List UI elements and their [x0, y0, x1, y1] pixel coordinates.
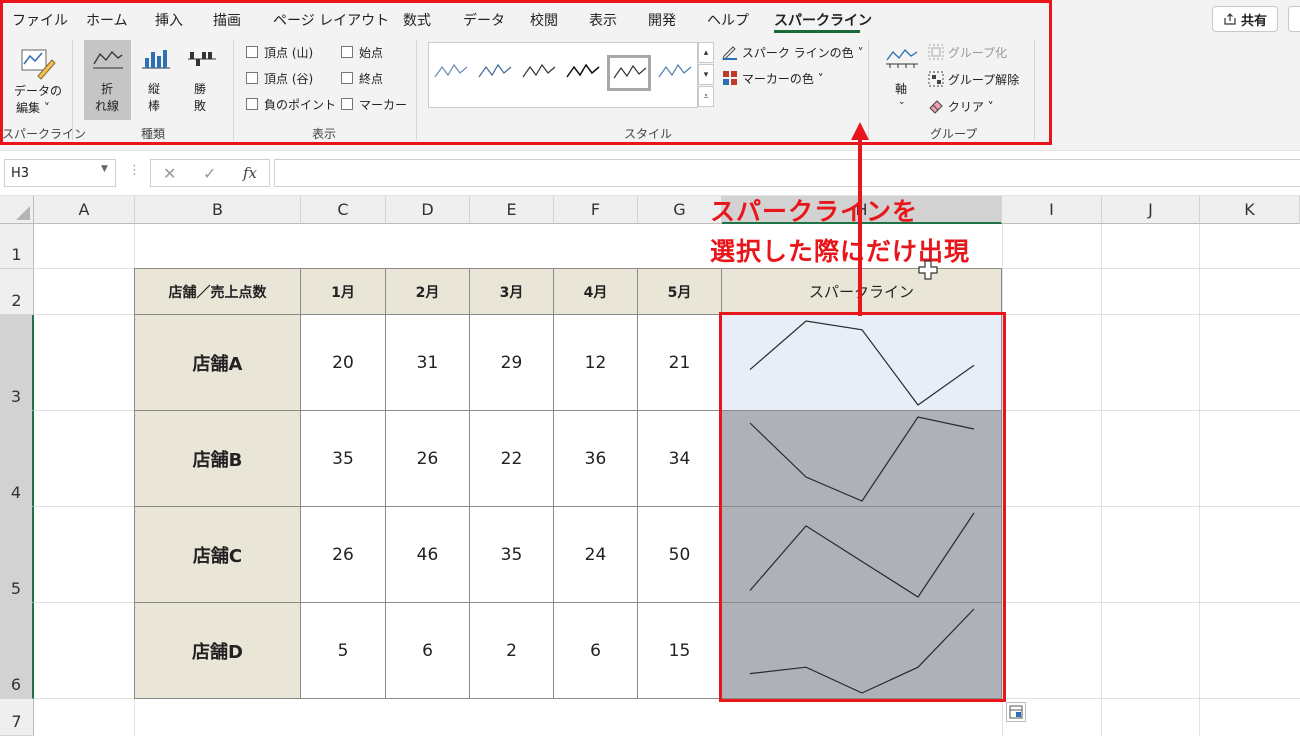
- value-cell[interactable]: 36: [554, 411, 638, 507]
- col-header-i[interactable]: I: [1002, 196, 1102, 224]
- value-cell[interactable]: 34: [638, 411, 722, 507]
- table-header-store[interactable]: 店舗／売上点数: [135, 269, 301, 315]
- value-cell[interactable]: 22: [470, 411, 554, 507]
- col-header-k[interactable]: K: [1200, 196, 1300, 224]
- share-button[interactable]: 共有: [1212, 6, 1278, 32]
- store-name-cell[interactable]: 店舗A: [135, 315, 301, 411]
- col-header-j[interactable]: J: [1102, 196, 1200, 224]
- row-header-4[interactable]: 4: [0, 411, 34, 507]
- value-cell[interactable]: 35: [470, 507, 554, 603]
- value-cell[interactable]: 35: [301, 411, 386, 507]
- value-cell[interactable]: 24: [554, 507, 638, 603]
- row-header-7[interactable]: 7: [0, 699, 34, 736]
- enter-icon[interactable]: ✓: [203, 164, 216, 183]
- value-cell[interactable]: 6: [554, 603, 638, 699]
- value-cell[interactable]: 20: [301, 315, 386, 411]
- insert-function-icon[interactable]: fx: [243, 164, 257, 182]
- more-options-icon: ⋮: [128, 163, 141, 178]
- table-header-month[interactable]: 3月: [470, 269, 554, 315]
- formula-controls: ✕ ✓ fx: [150, 159, 270, 187]
- share-icon: [1224, 13, 1236, 25]
- cell-cursor-icon: [918, 260, 938, 280]
- table-header-month[interactable]: 4月: [554, 269, 638, 315]
- store-name-cell[interactable]: 店舗D: [135, 603, 301, 699]
- value-cell[interactable]: 46: [386, 507, 470, 603]
- table-header-month[interactable]: 5月: [638, 269, 722, 315]
- col-header-c[interactable]: C: [301, 196, 386, 224]
- gridline: [1101, 224, 1102, 736]
- comments-button[interactable]: [1288, 6, 1300, 32]
- row-header-5[interactable]: 5: [0, 507, 34, 603]
- value-cell[interactable]: 31: [386, 315, 470, 411]
- table-header-month[interactable]: 2月: [386, 269, 470, 315]
- row-header-6[interactable]: 6: [0, 603, 34, 699]
- value-cell[interactable]: 50: [638, 507, 722, 603]
- col-header-a[interactable]: A: [34, 196, 135, 224]
- col-header-e[interactable]: E: [470, 196, 554, 224]
- value-cell[interactable]: 26: [386, 411, 470, 507]
- value-cell[interactable]: 2: [470, 603, 554, 699]
- value-cell[interactable]: 15: [638, 603, 722, 699]
- sparkline-highlight-box: [719, 312, 1006, 702]
- store-name-cell[interactable]: 店舗C: [135, 507, 301, 603]
- col-header-b[interactable]: B: [135, 196, 301, 224]
- table-header-month[interactable]: 1月: [301, 269, 386, 315]
- col-header-f[interactable]: F: [554, 196, 638, 224]
- quick-analysis-icon: [1009, 705, 1023, 719]
- formula-bar: H3 ▼ ⋮ ✕ ✓ fx: [0, 150, 1300, 196]
- callout-text-line-1: スパークラインを: [710, 197, 919, 226]
- select-all-corner[interactable]: [0, 196, 34, 224]
- value-cell[interactable]: 26: [301, 507, 386, 603]
- name-box[interactable]: H3 ▼: [4, 159, 116, 187]
- value-cell[interactable]: 29: [470, 315, 554, 411]
- chevron-down-icon[interactable]: ▼: [101, 164, 108, 174]
- col-header-d[interactable]: D: [386, 196, 470, 224]
- formula-input[interactable]: [274, 159, 1300, 187]
- row-header-2[interactable]: 2: [0, 269, 34, 315]
- gridline: [1199, 224, 1200, 736]
- row-header-1[interactable]: 1: [0, 224, 34, 269]
- select-all-icon: [16, 206, 30, 220]
- value-cell[interactable]: 12: [554, 315, 638, 411]
- store-name-cell[interactable]: 店舗B: [135, 411, 301, 507]
- value-cell[interactable]: 5: [301, 603, 386, 699]
- name-box-value: H3: [11, 166, 30, 181]
- quick-analysis-button[interactable]: [1006, 702, 1026, 722]
- share-label: 共有: [1240, 13, 1267, 29]
- ribbon-highlight-box: [0, 0, 1052, 145]
- value-cell[interactable]: 21: [638, 315, 722, 411]
- value-cell[interactable]: 6: [386, 603, 470, 699]
- cancel-icon[interactable]: ✕: [163, 164, 176, 183]
- row-header-3[interactable]: 3: [0, 315, 34, 411]
